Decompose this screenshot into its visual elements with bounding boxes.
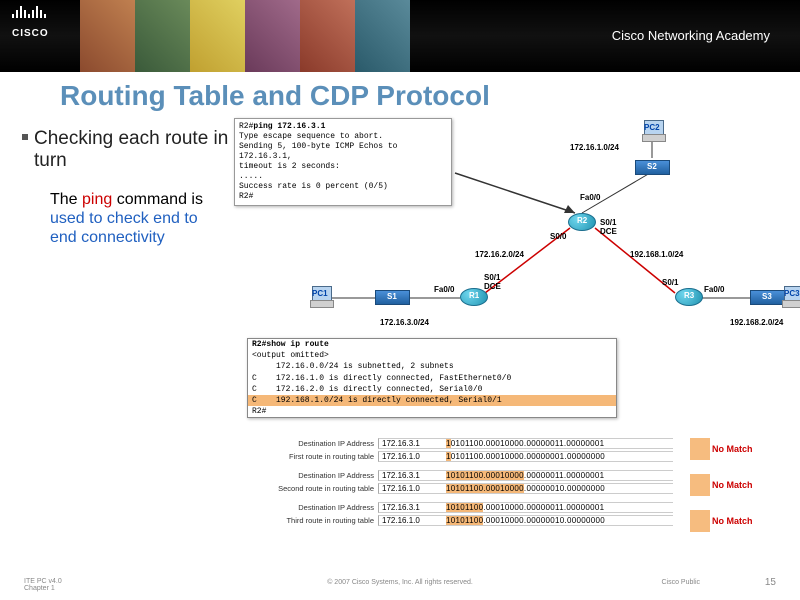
m-r4-label: Second route in routing table	[260, 484, 378, 493]
m-r6-label: Third route in routing table	[260, 516, 378, 525]
footer-copyright: © 2007 Cisco Systems, Inc. All rights re…	[327, 579, 473, 586]
m-r6-ip: 172.16.1.0	[378, 515, 443, 526]
t2-l2: <output omitted>	[248, 350, 616, 361]
bullet-marker-icon	[22, 134, 28, 140]
m-r2-label: First route in routing table	[260, 452, 378, 461]
subtext-mid: command is	[112, 191, 203, 208]
m-r1-ip: 172.16.3.1	[378, 438, 443, 449]
cisco-brand-text: CISCO	[12, 28, 49, 39]
footer-course: ITE PC v4.0	[24, 578, 62, 585]
m-r5-ip: 172.16.3.1	[378, 502, 443, 513]
s01-r2: S0/1	[600, 218, 616, 227]
m-r2-bin: 10101100.00010000.00000001.00000000	[443, 451, 673, 462]
fa00-r1: Fa0/0	[434, 285, 454, 294]
net3-label: 192.168.1.0/24	[630, 250, 683, 259]
bullet-subtext: The ping command is used to check end to…	[50, 190, 215, 248]
r2-label: R2	[577, 216, 587, 225]
s00-r2: S0/0	[550, 232, 566, 241]
t2-l5: C 172.16.2.0 is directly connected, Seri…	[248, 384, 616, 395]
s01-r3: S0/1	[662, 278, 678, 287]
dce-r2: DCE	[600, 227, 617, 236]
t1-prompt: R2#	[239, 122, 253, 131]
m-r3-ip: 172.16.3.1	[378, 470, 443, 481]
s2-label: S2	[647, 162, 657, 171]
r1-label: R1	[469, 291, 479, 300]
m-r5-bin: 10101100.00010000.00000011.00000001	[443, 502, 673, 513]
m-r3-bin: 10101100.00010000.00000011.00000001	[443, 470, 673, 481]
subtext-prefix: The	[50, 191, 82, 208]
footer-left: ITE PC v4.0 Chapter 1	[24, 578, 62, 592]
nomatch-1: No Match	[712, 444, 753, 454]
footer-page-number: 15	[765, 577, 776, 588]
fa00-r2: Fa0/0	[580, 193, 600, 202]
t2-l4: C 172.16.1.0 is directly connected, Fast…	[248, 373, 616, 384]
pc3-label: PC3	[784, 289, 800, 298]
net2-label: 172.16.2.0/24	[475, 250, 524, 259]
nomatch-3: No Match	[712, 516, 753, 526]
r3-label: R3	[684, 291, 694, 300]
diagram-links	[260, 118, 800, 338]
m-r4-ip: 172.16.1.0	[378, 483, 443, 494]
nomatch-2: No Match	[712, 480, 753, 490]
pc1-label: PC1	[312, 289, 328, 298]
route-match-table: Destination IP Address 172.16.3.1 101011…	[260, 438, 673, 528]
m-r3-label: Destination IP Address	[260, 471, 378, 480]
cisco-logo-icon	[12, 6, 46, 20]
footer-chapter: Chapter 1	[24, 585, 62, 592]
network-diagram: PC1 S1 R1 R2 S2 PC2 R3 S3 PC3 172.16.1.0…	[260, 118, 800, 338]
t2-l6: C 192.168.1.0/24 is directly connected, …	[248, 395, 616, 406]
m-r4-bin: 10101100.00010000.00000010.00000000	[443, 483, 673, 494]
t2-l7: R2#	[248, 406, 616, 417]
slide-footer: ITE PC v4.0 Chapter 1 © 2007 Cisco Syste…	[0, 568, 800, 592]
m-r5-label: Destination IP Address	[260, 503, 378, 512]
header-faces	[80, 0, 410, 72]
s3-label: S3	[762, 292, 772, 301]
dce-r1: DCE	[484, 282, 501, 291]
footer-classification: Cisco Public	[661, 579, 700, 586]
net5-label: 192.168.2.0/24	[730, 318, 783, 327]
net1-label: 172.16.1.0/24	[570, 143, 619, 152]
m-r1-bin: 10101100.00010000.00000011.00000001	[443, 438, 673, 449]
bullet-text: Checking each route in turn	[34, 128, 234, 172]
slide-title: Routing Table and CDP Protocol	[60, 80, 490, 112]
m-r6-bin: 10101100.00010000.00000010.00000000	[443, 515, 673, 526]
t2-l1: R2#show ip route	[248, 339, 616, 350]
academy-label: Cisco Networking Academy	[612, 28, 770, 43]
t2-l3: 172.16.0.0/24 is subnetted, 2 subnets	[248, 361, 616, 372]
route-terminal: R2#show ip route <output omitted> 172.16…	[247, 338, 617, 418]
m-r2-ip: 172.16.1.0	[378, 451, 443, 462]
s01-r1: S0/1	[484, 273, 500, 282]
bullet-point: Checking each route in turn	[34, 128, 234, 172]
pc2-label: PC2	[644, 123, 660, 132]
fa00-r3: Fa0/0	[704, 285, 724, 294]
net4-label: 172.16.3.0/24	[380, 318, 429, 327]
slide-header: CISCO Cisco Networking Academy	[0, 0, 800, 72]
m-r1-label: Destination IP Address	[260, 439, 378, 448]
subtext-ping: ping	[82, 191, 112, 208]
s1-label: S1	[387, 292, 397, 301]
subtext-blue: used to check end to end connectivity	[50, 210, 198, 246]
